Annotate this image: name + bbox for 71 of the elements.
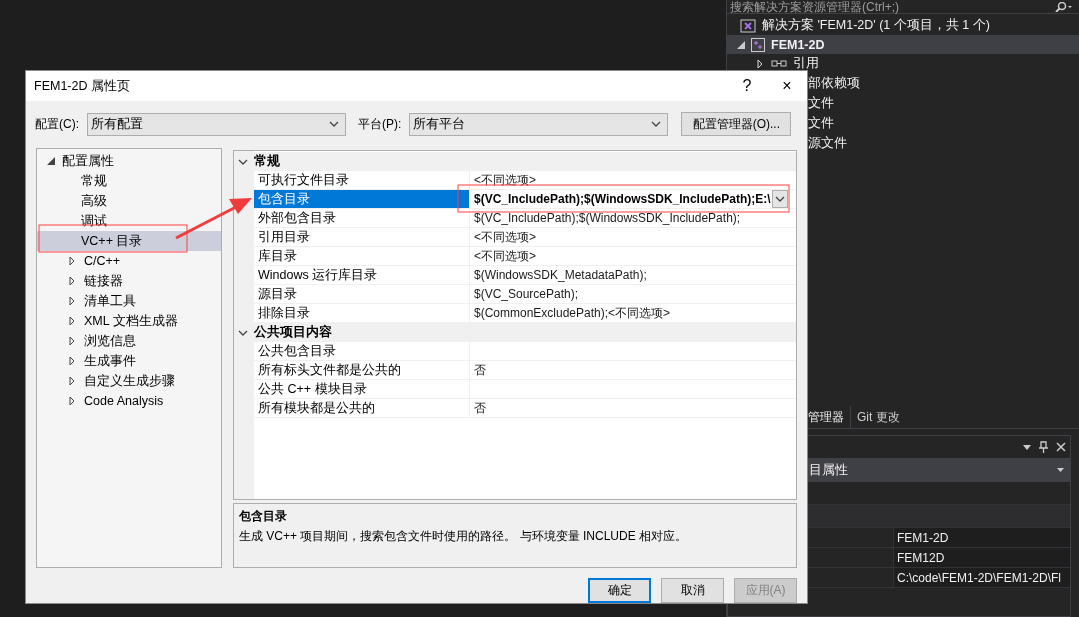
configuration-select[interactable]: 所有配置: [87, 112, 346, 136]
collapsed-icon[interactable]: [67, 336, 77, 346]
tree-item[interactable]: XML 文档生成器: [84, 312, 178, 330]
tree-item[interactable]: 解决方案 'FEM1-2D' (1 个项目，共 1 个): [762, 17, 990, 34]
collapsed-icon[interactable]: [67, 356, 77, 366]
dropdown-button[interactable]: [772, 190, 788, 208]
property-value[interactable]: <不同选项>: [474, 228, 536, 246]
configuration-manager-button[interactable]: 配置管理器(O)...: [681, 112, 792, 136]
caret-icon: [1057, 468, 1064, 472]
expanded-icon[interactable]: [47, 157, 55, 165]
tree-item[interactable]: 部依赖项: [808, 74, 860, 92]
collapsed-icon[interactable]: [67, 396, 77, 406]
search-field[interactable]: 搜索解决方案资源管理器(Ctrl+;): [727, 0, 1079, 14]
property-value[interactable]: <不同选项>: [474, 247, 536, 265]
property-value[interactable]: 否: [474, 399, 486, 417]
tree-item[interactable]: 配置属性: [62, 152, 114, 170]
field-label: 配置(C):: [35, 115, 79, 133]
tree-item[interactable]: 调试: [81, 212, 107, 230]
help-button[interactable]: ?: [727, 71, 767, 101]
chevron-icon: [651, 119, 662, 129]
tree-item[interactable]: 自定义生成步骤: [84, 372, 175, 390]
close-icon[interactable]: [1056, 442, 1066, 452]
property-value[interactable]: $(CommonExcludePath);<不同选项>: [474, 304, 671, 322]
tree-item[interactable]: 链接器: [84, 272, 123, 290]
panel-tab[interactable]: Git 更改: [851, 406, 906, 428]
category-header[interactable]: 常规: [254, 153, 280, 170]
property-value[interactable]: 否: [474, 361, 486, 379]
project-icon: [751, 37, 765, 52]
property-value[interactable]: <不同选项>: [474, 171, 536, 189]
tree-item[interactable]: 清单工具: [84, 292, 136, 310]
expanded-icon[interactable]: [737, 40, 745, 49]
search-icon[interactable]: [1053, 1, 1073, 12]
tree-item[interactable]: 常规: [81, 172, 107, 190]
tree-item[interactable]: 文件: [808, 94, 834, 112]
collapsed-icon[interactable]: [755, 58, 765, 69]
tree-item[interactable]: 文件: [808, 114, 834, 132]
dialog-button[interactable]: 确定: [588, 578, 651, 603]
tree-item[interactable]: 高级: [81, 192, 107, 210]
collapsed-icon[interactable]: [67, 316, 77, 326]
tree-item[interactable]: Code Analysis: [84, 394, 164, 408]
collapsed-icon[interactable]: [67, 256, 77, 266]
pin-icon[interactable]: [1039, 441, 1048, 453]
close-button[interactable]: ×: [767, 71, 807, 101]
tree-item[interactable]: 浏览信息: [84, 332, 136, 350]
description-title: 包含目录: [239, 507, 288, 525]
property-value[interactable]: $(VC_IncludePath);$(WindowsSDK_IncludePath);: [474, 211, 741, 225]
chevron-icon: [329, 119, 339, 129]
collapsed-icon[interactable]: [67, 376, 77, 386]
property-value[interactable]: $(VC_SourcePath);: [474, 287, 579, 301]
property-value[interactable]: FEM12D: [893, 548, 1070, 567]
property-value[interactable]: FEM1-2D: [893, 528, 1070, 547]
collapsed-icon[interactable]: [67, 296, 77, 306]
dialog-button[interactable]: 取消: [661, 578, 724, 603]
platform-select[interactable]: 所有平台: [409, 112, 669, 136]
tree-item[interactable]: FEM1-2D: [771, 37, 825, 52]
chevron-icon: [775, 194, 785, 204]
field-label: 平台(P):: [358, 115, 402, 133]
tree-item[interactable]: C/C++: [84, 254, 121, 268]
tree-item[interactable]: 源文件: [808, 134, 847, 152]
property-value[interactable]: C:\code\FEM1-2D\FEM1-2D\Fl: [893, 568, 1070, 587]
category-header[interactable]: 公共项目内容: [254, 324, 332, 341]
references-icon: [771, 58, 787, 69]
window-title: FEM1-2D 属性页: [34, 77, 131, 95]
property-value[interactable]: $(WindowsSDK_MetadataPath);: [474, 268, 647, 282]
dropdown-icon[interactable]: [1023, 444, 1031, 450]
tree-item[interactable]: 生成事件: [84, 352, 136, 370]
tree-item[interactable]: 引用: [793, 55, 819, 72]
solution-icon: [740, 18, 756, 33]
collapsed-icon[interactable]: [67, 276, 77, 286]
property-name[interactable]: 包含目录: [254, 190, 470, 208]
description-text: 生成 VC++ 项目期间，搜索包含文件时使用的路径。 与环境变量 INCLUDE 相对应。: [239, 527, 689, 545]
